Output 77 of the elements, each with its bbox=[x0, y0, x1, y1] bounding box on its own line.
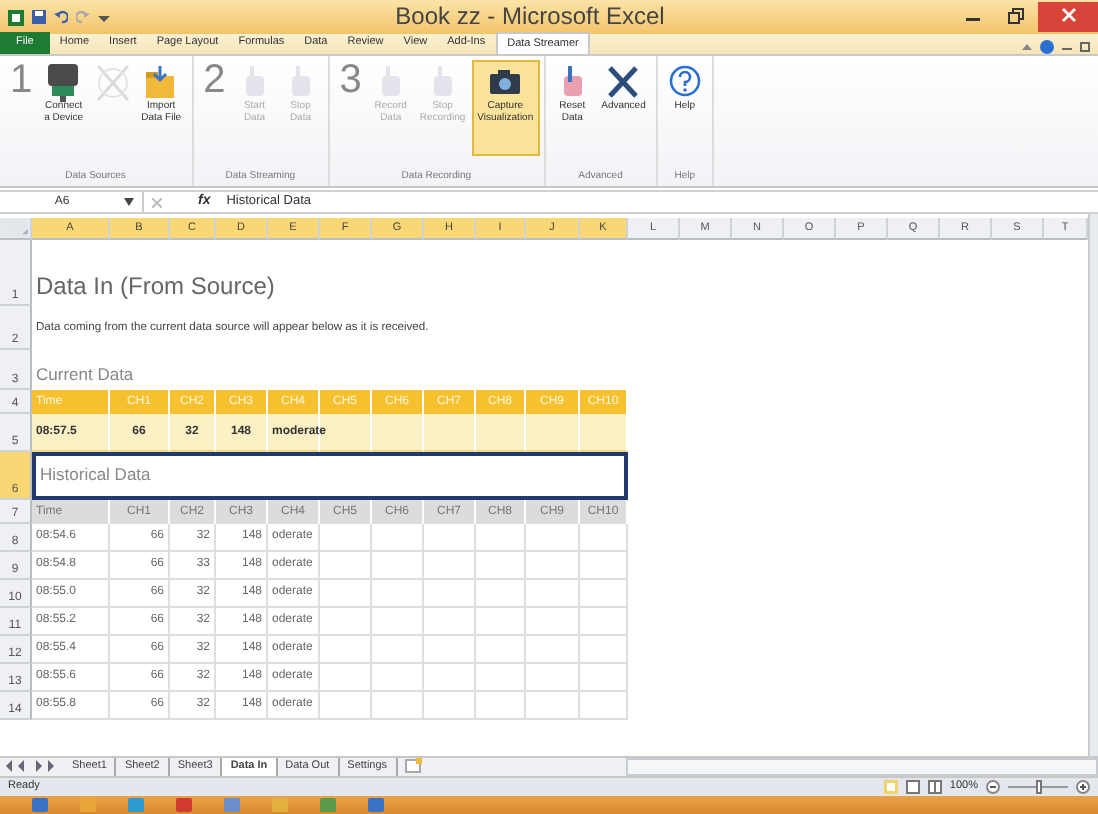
empty-cell bbox=[424, 524, 476, 552]
vertical-scrollbar[interactable] bbox=[1088, 214, 1098, 756]
empty-cell bbox=[580, 636, 628, 664]
insert-sheet-icon[interactable] bbox=[403, 758, 424, 774]
section-heading: Historical Data bbox=[32, 452, 628, 500]
empty-cell bbox=[580, 664, 628, 692]
select-all-icon[interactable] bbox=[0, 218, 32, 240]
step-number: 2 bbox=[201, 60, 228, 100]
horizontal-scrollbar[interactable] bbox=[626, 758, 1098, 776]
unplug-icon bbox=[95, 64, 130, 102]
window-minimize-icon[interactable] bbox=[1062, 42, 1072, 52]
empty-cell bbox=[580, 524, 628, 552]
sheet-title: Data In (From Source) bbox=[34, 269, 277, 304]
help-icon[interactable] bbox=[1040, 40, 1054, 54]
empty-cell bbox=[372, 636, 424, 664]
empty-cell bbox=[372, 580, 424, 608]
zoom-slider-thumb[interactable] bbox=[1035, 780, 1041, 794]
empty-cell bbox=[320, 692, 372, 720]
cancel-icon[interactable] bbox=[152, 197, 162, 207]
empty-cell bbox=[320, 664, 372, 692]
empty-cell bbox=[476, 608, 526, 636]
empty-cell bbox=[476, 580, 526, 608]
empty-cell bbox=[526, 552, 580, 580]
excel-icon bbox=[8, 9, 24, 25]
empty-cell bbox=[476, 636, 526, 664]
save-icon[interactable] bbox=[32, 10, 46, 24]
plug-icon bbox=[46, 64, 81, 102]
restore-icon bbox=[1008, 8, 1024, 25]
empty-cell bbox=[476, 692, 526, 720]
customize-icon[interactable] bbox=[98, 10, 110, 24]
empty-cell bbox=[372, 664, 424, 692]
empty-cell bbox=[320, 636, 372, 664]
empty-cell bbox=[580, 552, 628, 580]
empty-cell bbox=[320, 524, 372, 552]
empty-cell bbox=[372, 608, 424, 636]
redo-icon[interactable] bbox=[76, 10, 90, 24]
step-number: 3 bbox=[337, 60, 364, 100]
zoom-in-icon[interactable] bbox=[1076, 780, 1090, 794]
empty-cell bbox=[424, 636, 476, 664]
zoom-out-icon[interactable] bbox=[986, 780, 1000, 794]
window-title: Book zz - Microsoft Excel bbox=[395, 1, 665, 30]
empty-cell bbox=[372, 552, 424, 580]
empty-cell bbox=[526, 692, 580, 720]
empty-cell bbox=[580, 692, 628, 720]
empty-cell bbox=[320, 580, 372, 608]
empty-cell bbox=[476, 552, 526, 580]
empty-cell bbox=[476, 524, 526, 552]
empty-cell bbox=[526, 580, 580, 608]
empty-cell bbox=[580, 580, 628, 608]
empty-cell bbox=[372, 692, 424, 720]
page-layout-icon[interactable] bbox=[905, 780, 920, 794]
undo-icon[interactable] bbox=[54, 10, 68, 24]
section-heading: Current Data bbox=[34, 361, 136, 388]
page-break-icon[interactable] bbox=[927, 780, 942, 794]
empty-cell bbox=[320, 608, 372, 636]
empty-cell bbox=[424, 580, 476, 608]
empty-cell bbox=[526, 636, 580, 664]
window-restore-icon[interactable] bbox=[1080, 42, 1090, 52]
empty-cell bbox=[320, 552, 372, 580]
dropdown-icon bbox=[124, 198, 134, 206]
empty-cell bbox=[372, 524, 424, 552]
empty-cell bbox=[424, 552, 476, 580]
sheet-navigation-icon[interactable] bbox=[4, 758, 56, 774]
empty-cell bbox=[424, 664, 476, 692]
help-icon bbox=[667, 64, 702, 102]
empty-cell bbox=[526, 608, 580, 636]
empty-cell bbox=[424, 608, 476, 636]
empty-cell bbox=[424, 692, 476, 720]
close-button[interactable] bbox=[1038, 2, 1098, 32]
empty-cell bbox=[476, 664, 526, 692]
minimize-ribbon-icon[interactable] bbox=[1022, 42, 1032, 52]
step-number: 1 bbox=[8, 60, 35, 100]
empty-cell bbox=[526, 524, 580, 552]
empty-cell bbox=[526, 664, 580, 692]
empty-cell bbox=[580, 608, 628, 636]
folder-icon bbox=[144, 64, 179, 102]
close-icon bbox=[1061, 8, 1075, 23]
